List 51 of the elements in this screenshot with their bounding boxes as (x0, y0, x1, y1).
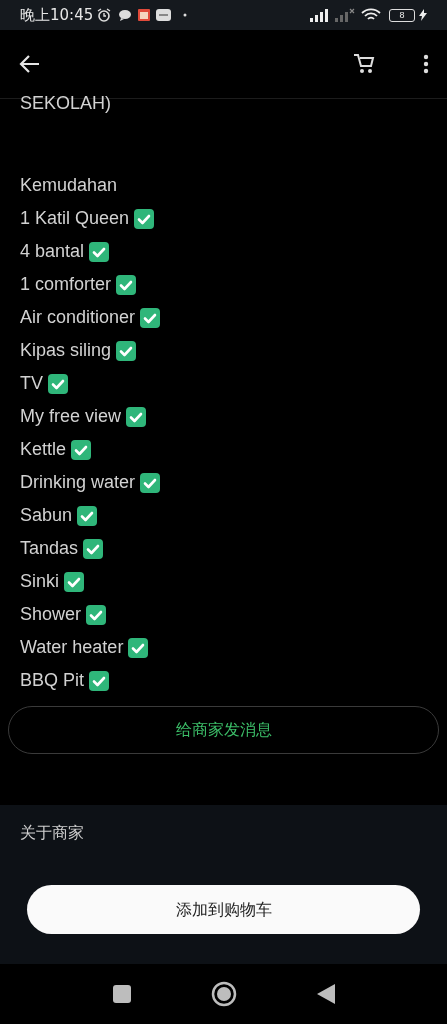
check-mark-icon (71, 439, 92, 460)
home-icon[interactable] (210, 981, 237, 1007)
wifi-icon (361, 8, 381, 22)
check-mark-icon (77, 505, 98, 526)
recent-apps-icon[interactable] (112, 985, 131, 1003)
check-mark-icon (128, 637, 149, 658)
amenity-text: Sinki (20, 570, 59, 593)
check-mark-icon (116, 274, 137, 295)
amenity-text: Water heater (20, 636, 124, 659)
check-mark-icon (89, 241, 110, 262)
check-mark-icon (48, 373, 68, 394)
check-mark-icon (64, 571, 84, 592)
amenity-text: TV (20, 372, 43, 395)
chat-bubble-icon (118, 9, 133, 21)
check-mark-icon (140, 307, 161, 328)
more-options-icon[interactable] (423, 54, 429, 74)
amenity-text: Shower (20, 603, 82, 626)
amenity-text: Sabun (20, 504, 73, 527)
description-text: SEKOLAH) (20, 93, 113, 113)
signal-icon (310, 8, 330, 22)
back-icon[interactable] (316, 984, 335, 1004)
check-mark-icon (116, 340, 137, 361)
charging-icon (419, 9, 427, 21)
status-time: 晚上10:45 (20, 4, 94, 26)
amenity-text: Kettle (20, 438, 67, 461)
cart-icon[interactable] (353, 53, 375, 75)
battery-level: 8 (399, 10, 405, 20)
check-mark-icon (140, 472, 161, 493)
signal-icon (335, 8, 355, 22)
alarm-icon (96, 7, 113, 23)
app-icon (156, 9, 172, 21)
calendar-icon (138, 9, 151, 21)
check-mark-icon (86, 604, 107, 625)
amenity-text: Drinking water (20, 471, 136, 494)
amenity-text: Tandas (20, 537, 79, 560)
amenity-text: BBQ Pit (20, 669, 85, 692)
amenity-text: Air conditioner (20, 306, 136, 329)
amenity-text: My free view (20, 405, 122, 428)
check-mark-icon (89, 670, 110, 691)
amenity-text: 1 comforter (20, 273, 112, 296)
amenity-text: 1 Katil Queen (20, 207, 130, 230)
check-mark-icon (126, 406, 147, 427)
back-arrow-icon[interactable] (18, 54, 40, 74)
dot-icon (183, 13, 188, 17)
amenity-text: Kipas siling (20, 339, 112, 362)
check-mark-icon (83, 538, 104, 559)
check-mark-icon (134, 208, 155, 229)
about-seller-title: 关于商家 (20, 823, 85, 843)
add-to-cart-button[interactable]: 添加到购物车 (27, 885, 420, 934)
section-heading: Kemudahan (20, 174, 119, 197)
amenity-text: 4 bantal (20, 240, 85, 263)
